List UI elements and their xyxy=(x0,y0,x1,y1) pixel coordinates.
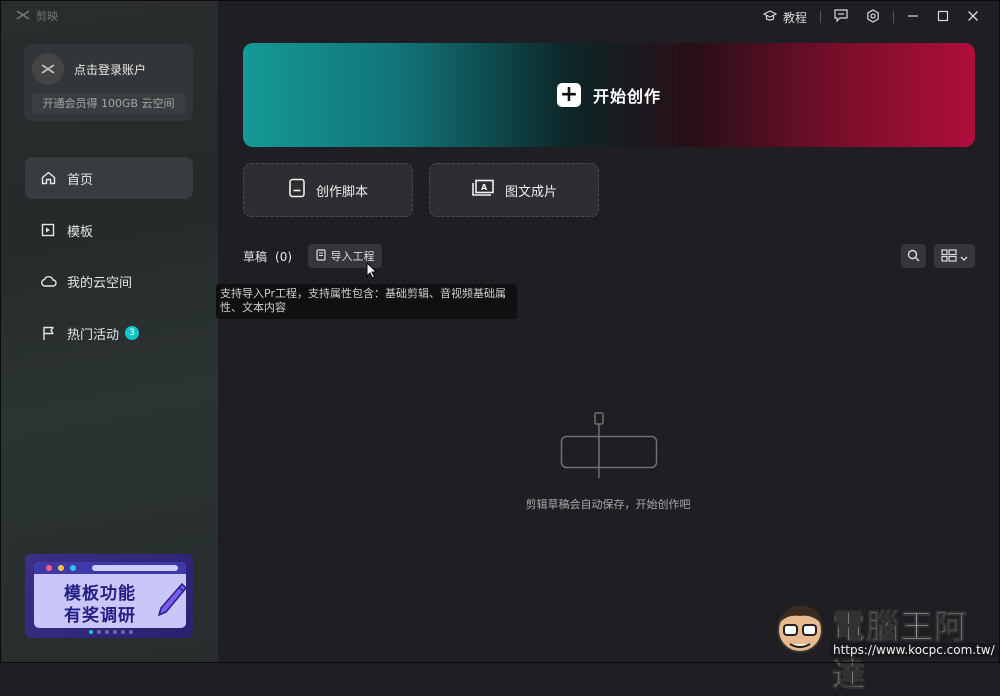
sidebar: 剪映 点击登录账户 开通会员得 100GB 云空间 首页 模板 我的云空间 热门… xyxy=(0,0,218,663)
sidebar-item-label: 首页 xyxy=(67,172,94,188)
tutorial-button[interactable]: 教程 xyxy=(754,6,816,28)
graduation-cap-icon xyxy=(762,9,778,25)
sidebar-item-label: 模板 xyxy=(67,224,94,240)
user-card[interactable]: 点击登录账户 开通会员得 100GB 云空间 xyxy=(24,44,193,121)
template-icon xyxy=(39,221,57,239)
sidebar-item-home[interactable]: 首页 xyxy=(25,157,193,199)
maximize-icon xyxy=(937,10,949,25)
banner-title-line2: 有奖调研 xyxy=(64,606,136,626)
avatar[interactable] xyxy=(32,53,64,85)
image-text-label: 图文成片 xyxy=(504,184,557,200)
feedback-icon xyxy=(834,9,848,25)
close-icon xyxy=(967,10,979,25)
banner-window-bar xyxy=(34,562,186,574)
window-dot-icon xyxy=(46,565,52,571)
pencil-icon xyxy=(156,582,188,622)
search-button[interactable] xyxy=(901,244,926,268)
empty-state-message: 剪辑草稿会自动保存，开始创作吧 xyxy=(525,498,691,511)
home-icon xyxy=(39,169,57,187)
sidebar-item-label: 热门活动 xyxy=(67,327,120,343)
drafts-title: 草稿 xyxy=(243,250,268,264)
empty-timeline-icon xyxy=(558,410,660,484)
login-link[interactable]: 点击登录账户 xyxy=(74,61,146,78)
app-brand: 剪映 xyxy=(16,8,58,24)
document-icon xyxy=(288,178,306,202)
watermark: 電腦王阿達 https://www.kocpc.com.tw/ xyxy=(772,598,998,695)
divider xyxy=(893,11,894,23)
notification-badge: 3 xyxy=(125,326,140,340)
window-dot-icon xyxy=(70,565,76,571)
create-script-button[interactable]: 创作脚本 xyxy=(243,163,413,217)
settings-button[interactable] xyxy=(857,6,889,28)
minimize-button[interactable] xyxy=(898,6,928,28)
window-dot-icon xyxy=(58,565,64,571)
storage-promo-button[interactable]: 开通会员得 100GB 云空间 xyxy=(32,93,185,114)
maximize-button[interactable] xyxy=(928,6,958,28)
start-creating-label: 开始创作 xyxy=(592,87,661,106)
cloud-icon xyxy=(39,272,57,290)
mouse-cursor-icon xyxy=(366,261,378,283)
sidebar-item-templates[interactable]: 模板 xyxy=(25,209,193,251)
minimize-icon xyxy=(907,10,919,25)
chevron-down-icon xyxy=(960,247,968,266)
search-icon xyxy=(907,247,920,266)
file-icon xyxy=(315,248,326,264)
start-creating-button[interactable]: + 开始创作 xyxy=(243,43,975,147)
feedback-button[interactable] xyxy=(825,6,857,28)
import-tooltip: 支持导入Pr工程，支持属性包含：基础剪辑、音视频基础属性、文本内容 xyxy=(216,284,517,319)
flag-icon xyxy=(39,324,57,342)
image-text-icon: A xyxy=(471,179,495,201)
mascot-icon xyxy=(772,600,828,664)
capcut-logo-icon xyxy=(16,9,30,23)
banner-decor-line xyxy=(92,565,178,571)
create-script-label: 创作脚本 xyxy=(315,184,368,200)
banner-card: 模板功能 有奖调研 xyxy=(34,562,188,628)
image-text-video-button[interactable]: A 图文成片 xyxy=(429,163,599,217)
svg-text:A: A xyxy=(481,183,488,192)
sidebar-item-label: 我的云空间 xyxy=(67,275,133,291)
plus-icon: + xyxy=(556,83,581,107)
close-button[interactable] xyxy=(958,6,988,28)
banner-pager[interactable] xyxy=(89,630,133,634)
sidebar-item-cloud[interactable]: 我的云空间 xyxy=(25,260,193,302)
title-bar: 教程 xyxy=(754,6,988,28)
drafts-count: (0) xyxy=(275,249,293,264)
tutorial-label: 教程 xyxy=(782,10,807,25)
sidebar-item-events[interactable]: 热门活动 3 xyxy=(25,312,193,354)
app-name: 剪映 xyxy=(36,10,58,23)
watermark-url: https://www.kocpc.com.tw/ xyxy=(830,643,998,657)
divider xyxy=(820,11,821,23)
view-mode-dropdown[interactable] xyxy=(934,244,975,268)
grid-view-icon xyxy=(941,247,957,266)
drafts-header: 草稿 (0) xyxy=(243,248,292,265)
survey-banner[interactable]: 模板功能 有奖调研 xyxy=(25,554,193,638)
gear-icon xyxy=(866,8,880,26)
